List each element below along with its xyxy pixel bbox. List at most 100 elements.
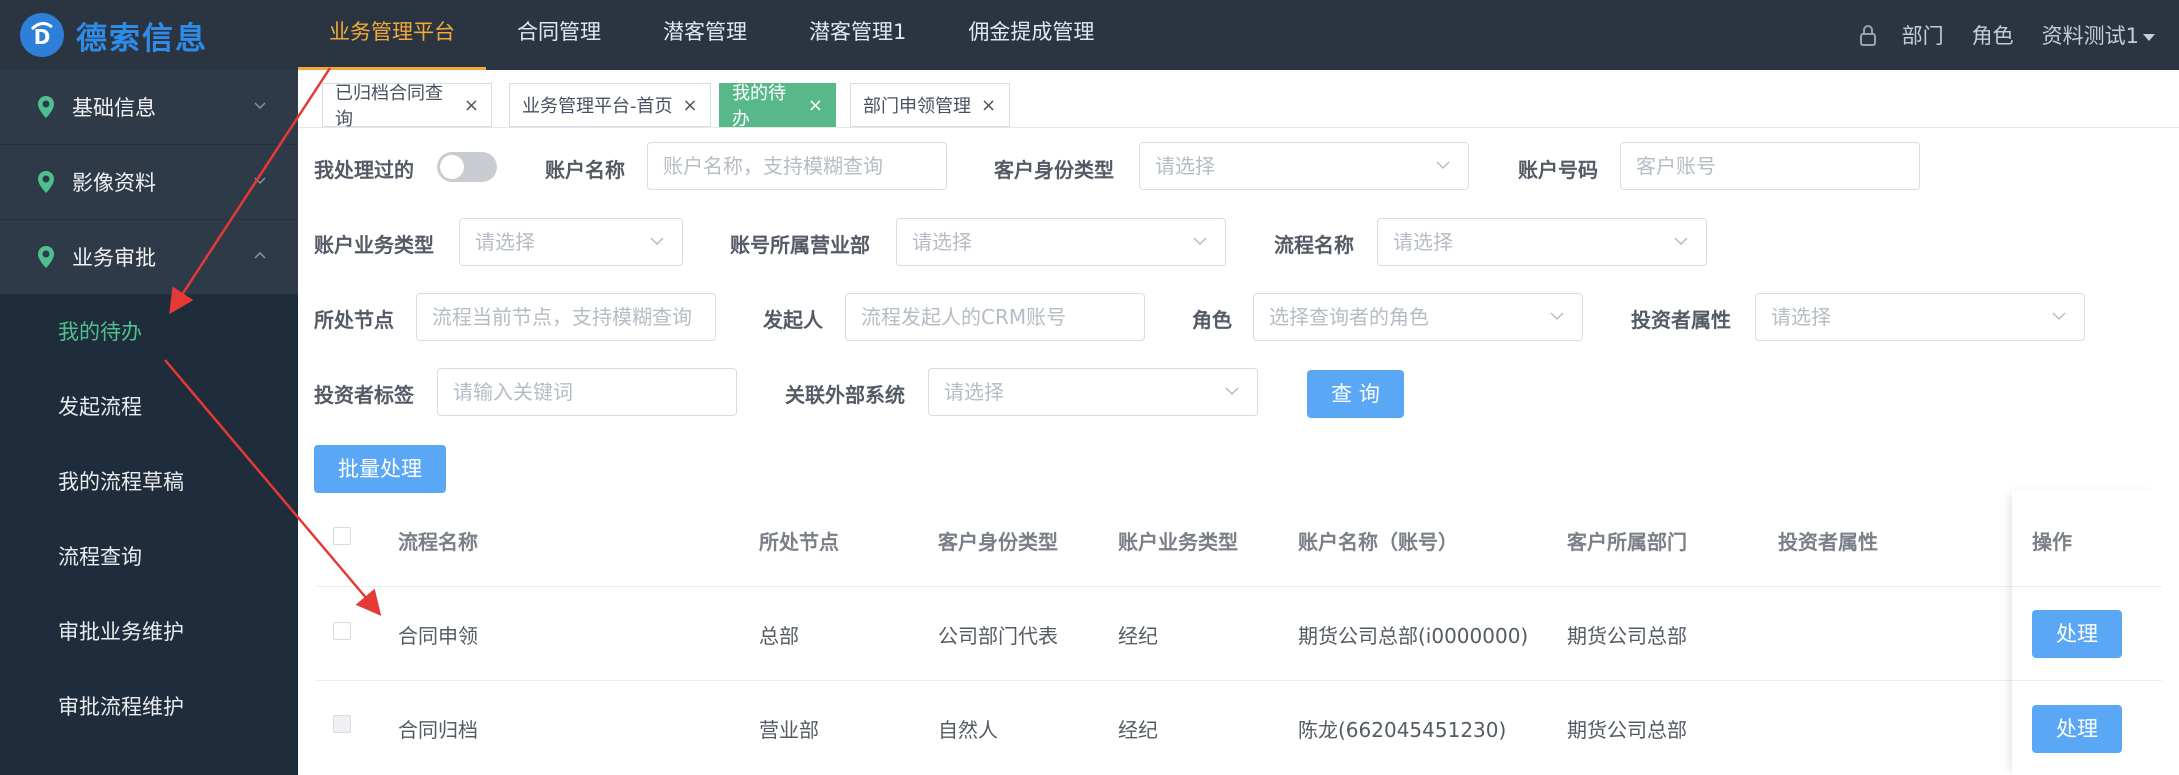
nav-contract[interactable]: 合同管理 [486, 0, 632, 70]
handled-label: 我处理过的 [314, 158, 414, 182]
chevron-down-icon [1550, 312, 1564, 321]
role-menu[interactable]: 角色 [1972, 20, 2014, 50]
node-input[interactable]: 流程当前节点，支持模糊查询 [416, 293, 716, 341]
row-divider [316, 680, 2162, 681]
tab-dept-claim[interactable]: 部门申领管理 × [850, 83, 1010, 127]
ext-system-label: 关联外部系统 [785, 383, 905, 407]
select-placeholder: 请选择 [475, 230, 535, 254]
handled-toggle[interactable] [437, 152, 497, 182]
select-placeholder: 请选择 [912, 230, 972, 254]
cell-dept: 期货公司总部 [1567, 718, 1687, 742]
top-right-menu: 部门 角色 资料测试1 [1858, 0, 2179, 70]
col-node: 所处节点 [759, 530, 839, 554]
nav-commission[interactable]: 佣金提成管理 [937, 0, 1125, 70]
process-button[interactable]: 处理 [2032, 610, 2122, 658]
cell-id-type: 自然人 [938, 718, 998, 742]
top-nav: 业务管理平台 合同管理 潜客管理 潜客管理1 佣金提成管理 [298, 0, 1125, 70]
batch-process-button[interactable]: 批量处理 [314, 445, 446, 493]
select-placeholder: 请选择 [1771, 305, 1831, 329]
initiator-input[interactable]: 流程发起人的CRM账号 [845, 293, 1145, 341]
select-placeholder: 请选择 [1393, 230, 1453, 254]
sidebar-item-flow-query[interactable]: 流程查询 [0, 520, 298, 595]
sidebar-group-label: 基础信息 [72, 96, 156, 120]
col-investor-attr: 投资者属性 [1778, 530, 1878, 554]
sidebar-group-approval[interactable]: 业务审批 [0, 220, 298, 295]
account-name-label: 账户名称 [545, 158, 625, 182]
cell-account: 期货公司总部(i0000000) [1298, 624, 1529, 648]
row-divider [316, 586, 2162, 587]
branch-label: 账号所属营业部 [730, 233, 870, 257]
sidebar-item-start-flow[interactable]: 发起流程 [0, 370, 298, 445]
select-placeholder: 选择查询者的角色 [1269, 305, 1429, 329]
account-name-input[interactable]: 账户名称，支持模糊查询 [647, 142, 947, 190]
investor-attr-label: 投资者属性 [1631, 308, 1731, 332]
cell-account: 陈龙(662045451230) [1298, 718, 1507, 742]
sidebar-group-basic-info[interactable]: 基础信息 [0, 70, 298, 145]
role-label: 角色 [1192, 308, 1232, 332]
col-account: 账户名称（账号） [1298, 530, 1458, 554]
logo-icon: D [20, 13, 64, 57]
client-id-type-label: 客户身份类型 [994, 158, 1114, 182]
investor-attr-select[interactable]: 请选择 [1755, 293, 2085, 341]
top-bar: D 德索信息 业务管理平台 合同管理 潜客管理 潜客管理1 佣金提成管理 部门 … [0, 0, 2179, 70]
row-checkbox[interactable] [333, 622, 351, 640]
query-button[interactable]: 查 询 [1307, 370, 1404, 418]
cell-node: 营业部 [759, 718, 819, 742]
client-id-type-select[interactable]: 请选择 [1139, 142, 1469, 190]
process-button[interactable]: 处理 [2032, 705, 2122, 753]
cell-biz-type: 经纪 [1118, 624, 1158, 648]
location-pin-icon [38, 96, 54, 118]
initiator-label: 发起人 [763, 308, 823, 332]
close-icon[interactable]: × [808, 95, 823, 116]
col-biz-type: 账户业务类型 [1118, 530, 1238, 554]
cell-node: 总部 [759, 624, 799, 648]
close-icon[interactable]: × [683, 95, 698, 116]
row-checkbox[interactable] [333, 715, 351, 733]
sidebar-item-approval-biz[interactable]: 审批业务维护 [0, 595, 298, 670]
tab-label: 已归档合同查询 [335, 83, 443, 130]
chevron-down-icon [1225, 387, 1239, 396]
col-dept: 客户所属部门 [1567, 530, 1687, 554]
role-select[interactable]: 选择查询者的角色 [1253, 293, 1583, 341]
user-menu[interactable]: 资料测试1 [2042, 20, 2155, 50]
sidebar: 基础信息 影像资料 业务审批 我的待办 发起流程 我的流程草稿 流程查询 审批业… [0, 70, 298, 775]
nav-prospect-1[interactable]: 潜客管理1 [778, 0, 937, 70]
sidebar-group-label: 影像资料 [72, 171, 156, 195]
flow-name-select[interactable]: 请选择 [1377, 218, 1707, 266]
tab-platform-home[interactable]: 业务管理平台-首页 × [509, 83, 711, 127]
tab-my-todo[interactable]: 我的待办 × [719, 83, 836, 130]
row-divider [2012, 586, 2162, 587]
tab-label: 我的待办 [732, 83, 786, 130]
biz-type-label: 账户业务类型 [314, 233, 434, 257]
chevron-up-icon [254, 251, 266, 259]
close-icon[interactable]: × [464, 95, 479, 116]
investor-tag-input[interactable]: 请输入关键词 [437, 368, 737, 416]
tab-label: 业务管理平台-首页 [522, 96, 673, 117]
select-all-checkbox[interactable] [333, 527, 351, 545]
sidebar-item-flow-drafts[interactable]: 我的流程草稿 [0, 445, 298, 520]
lock-icon[interactable] [1858, 24, 1878, 46]
close-icon[interactable]: × [981, 95, 996, 116]
tabs-bar: 已归档合同查询 × 业务管理平台-首页 × 我的待办 × 部门申领管理 × [298, 70, 2179, 130]
node-label: 所处节点 [314, 308, 394, 332]
chevron-down-icon [2143, 33, 2155, 41]
select-placeholder: 请选择 [1155, 154, 1215, 178]
sidebar-group-media[interactable]: 影像资料 [0, 145, 298, 220]
biz-type-select[interactable]: 请选择 [459, 218, 683, 266]
dept-menu[interactable]: 部门 [1902, 20, 1944, 50]
nav-biz-platform[interactable]: 业务管理平台 [298, 0, 486, 70]
chevron-down-icon [1436, 161, 1450, 170]
sidebar-item-my-todo[interactable]: 我的待办 [0, 295, 298, 370]
tab-archived-contracts[interactable]: 已归档合同查询 × [322, 83, 492, 130]
chevron-down-icon [650, 237, 664, 246]
ext-system-select[interactable]: 请选择 [928, 368, 1258, 416]
nav-prospect[interactable]: 潜客管理 [632, 0, 778, 70]
select-placeholder: 请选择 [944, 380, 1004, 404]
cell-flow: 合同归档 [398, 718, 478, 742]
account-no-input[interactable]: 客户账号 [1620, 142, 1920, 190]
brand[interactable]: D 德索信息 [0, 0, 298, 70]
branch-select[interactable]: 请选择 [896, 218, 1226, 266]
sidebar-item-approval-flow[interactable]: 审批流程维护 [0, 670, 298, 745]
row-divider [2012, 680, 2162, 681]
chevron-down-icon [2052, 312, 2066, 321]
